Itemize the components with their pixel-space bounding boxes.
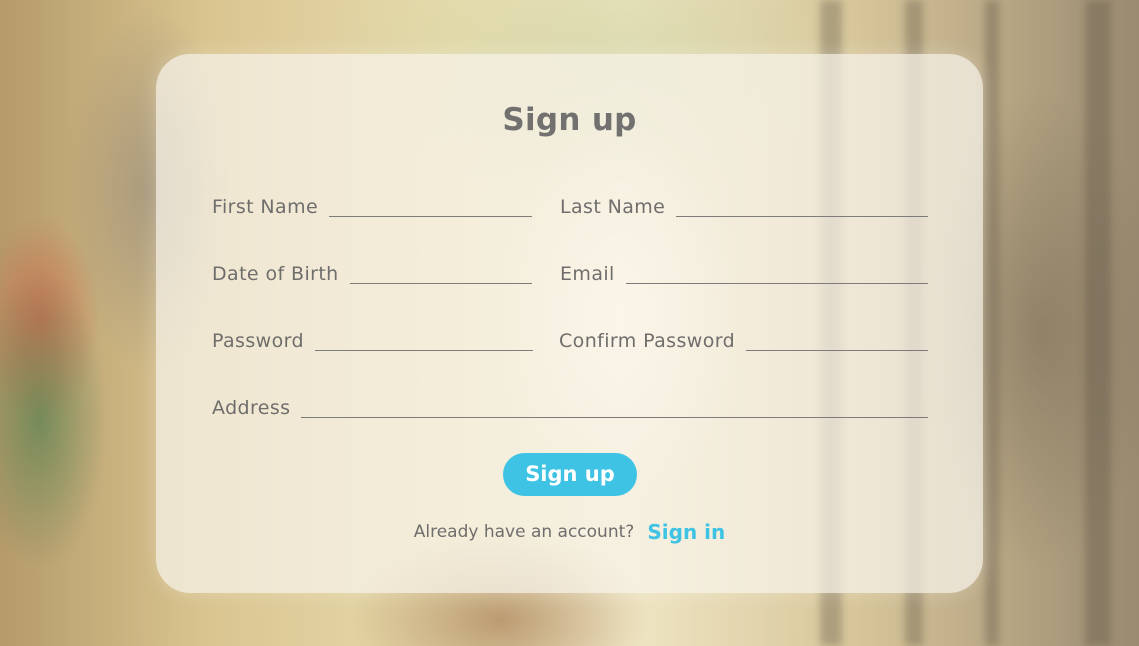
last-name-field[interactable]: Last Name (560, 194, 928, 218)
signup-button[interactable]: Sign up (503, 453, 637, 496)
signin-prompt: Already have an account? Sign in (156, 520, 983, 544)
date-of-birth-input[interactable] (349, 283, 532, 284)
address-field[interactable]: Address (212, 395, 928, 419)
last-name-label: Last Name (560, 196, 666, 218)
first-name-input[interactable] (329, 216, 532, 217)
signup-card: Sign up First Name Last Name Date of Bir… (156, 54, 983, 593)
password-label: Password (212, 330, 304, 352)
last-name-input[interactable] (676, 216, 928, 217)
page-title: Sign up (502, 102, 637, 138)
confirm-password-input[interactable] (746, 350, 928, 351)
email-label: Email (560, 263, 615, 285)
already-have-account-text: Already have an account? (413, 522, 635, 542)
confirm-password-field[interactable]: Confirm Password (559, 328, 928, 352)
password-field[interactable]: Password (212, 328, 533, 352)
first-name-label: First Name (212, 196, 319, 218)
address-input[interactable] (301, 417, 928, 418)
address-label: Address (212, 397, 291, 419)
email-input[interactable] (625, 283, 928, 284)
signin-link[interactable]: Sign in (647, 520, 725, 544)
password-input[interactable] (314, 350, 533, 351)
first-name-field[interactable]: First Name (212, 194, 532, 218)
date-of-birth-field[interactable]: Date of Birth (212, 261, 532, 285)
date-of-birth-label: Date of Birth (212, 263, 339, 285)
email-field[interactable]: Email (560, 261, 928, 285)
confirm-password-label: Confirm Password (559, 330, 736, 352)
